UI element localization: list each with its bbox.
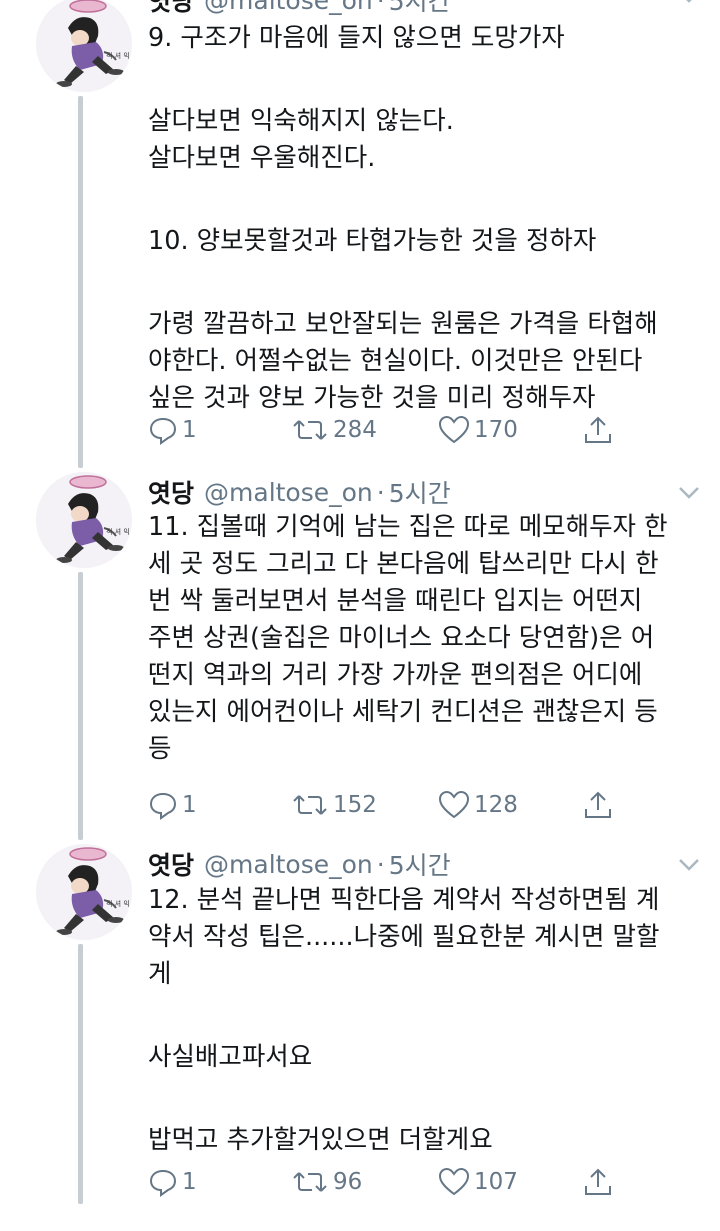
tweet-actions: 1 284 170 [148,410,648,450]
reply-button[interactable]: 1 [148,410,197,450]
reply-count: 1 [182,792,197,818]
tweet-2[interactable]: 엿당 @maltose_on · 5시간 11. 집볼때 기억에 남는 집은 따… [0,472,720,844]
author-handle[interactable]: @maltose_on [204,0,373,15]
tweet-line: 주변 상권(술집은 마이너스 요소다 당연함)은 어 [148,623,655,653]
share-icon [585,416,611,443]
author-name[interactable]: 엿당 [148,0,194,18]
tweet-line [148,57,708,94]
timestamp[interactable]: 5시간 [389,0,451,18]
tweet-3[interactable]: 엿당 @maltose_on · 5시간 12. 분석 끝나면 픽한다음 계약서… [0,844,720,1231]
separator: · [376,0,385,15]
tweet-line [148,1002,708,1039]
like-button[interactable]: 107 [438,1162,518,1202]
tweet-line [148,260,708,297]
tweet-line: 12. 분석 끝나면 픽한다음 계약서 작성하면됨 계 [148,885,660,915]
tweet-header: 엿당 @maltose_on · 5시간 [148,472,451,512]
tweet-line: 있는지 에어컨이나 세탁기 컨디션은 괜찮은지 등 [148,697,658,727]
reply-count: 1 [182,417,197,443]
author-name[interactable]: 엿당 [148,474,194,510]
timestamp[interactable]: 5시간 [389,474,451,510]
tweet-line: 10. 양보못할것과 타협가능한 것을 정하자 [148,226,597,256]
tweet-line: 밥먹고 추가할거있으면 더할게요 [148,1125,493,1155]
tweet-line: 사실배고파서요 [148,1042,313,1072]
tweet-header: 엿당 @maltose_on · 5시간 [148,844,451,884]
retweet-icon [293,420,327,440]
author-name[interactable]: 엿당 [148,846,194,882]
tweet-text: 9. 구조가 마음에 들지 않으면 도망가자 살다보면 익숙해지지 않는다. 살… [148,20,708,417]
share-button[interactable] [582,1162,614,1202]
retweet-icon [293,795,327,815]
tweet-line: 번 싹 둘러보면서 분석을 때린다 입지는 어떤지 [148,586,643,616]
tweet-text: 12. 분석 끝나면 픽한다음 계약서 작성하면됨 계 약서 작성 팁은....… [148,882,708,1159]
avatar[interactable] [36,472,132,568]
thread-line [78,944,83,1204]
tweet-line: 야한다. 어쩔수없는 현실이다. 이것만은 안된다 [148,346,643,376]
like-icon [438,1167,470,1196]
retweet-count: 96 [333,1169,363,1195]
tweet-line: 가령 깔끔하고 보안잘되는 원룸은 가격을 타협해 [148,309,658,339]
retweet-count: 284 [333,417,377,443]
tweet-actions: 1 152 128 [148,785,648,825]
chevron-down-icon[interactable] [672,0,706,14]
avatar[interactable] [36,0,132,92]
reply-button[interactable]: 1 [148,1162,197,1202]
retweet-button[interactable]: 284 [291,410,377,450]
author-handle[interactable]: @maltose_on [204,478,373,507]
share-icon [585,791,611,818]
like-count: 170 [474,417,518,443]
reply-count: 1 [182,1169,197,1195]
like-button[interactable]: 128 [438,785,518,825]
tweet-line: 살다보면 익숙해지지 않는다. [148,106,454,136]
chevron-down-icon[interactable] [672,848,706,882]
tweet-line: 약서 작성 팁은......나중에 필요한분 계시면 말할 [148,922,660,952]
like-button[interactable]: 170 [438,410,518,450]
retweet-button[interactable]: 96 [291,1162,362,1202]
reply-icon [149,1169,177,1197]
separator: · [376,849,385,879]
tweet-line: 9. 구조가 마음에 들지 않으면 도망가자 [148,23,565,53]
tweet-line: 11. 집볼때 기억에 남는 집은 따로 메모해두자 한 [148,512,668,542]
share-icon [585,1168,611,1195]
thread-line [78,96,83,468]
retweet-icon [293,1172,327,1192]
separator: · [376,477,385,507]
timestamp[interactable]: 5시간 [389,846,451,882]
tweet-line: 게 [148,959,172,989]
tweet-1[interactable]: 엿당 @maltose_on · 5시간 9. 구조가 마음에 들지 않으면 도… [0,0,720,472]
retweet-button[interactable]: 152 [291,785,377,825]
like-count: 107 [474,1169,518,1195]
reply-icon [149,792,177,820]
tweet-line [148,1085,708,1122]
share-button[interactable] [582,785,614,825]
like-count: 128 [474,792,518,818]
tweet-line: 살다보면 우울해진다. [148,143,376,173]
avatar[interactable] [36,844,132,940]
like-icon [438,790,470,819]
author-handle[interactable]: @maltose_on [204,850,373,879]
thread-line [78,572,83,840]
tweet-actions: 1 96 107 [148,1162,648,1202]
reply-icon [149,417,177,445]
tweet-line: 등 [148,734,172,764]
retweet-count: 152 [333,792,377,818]
chevron-down-icon[interactable] [672,476,706,510]
tweet-line: 세 곳 정도 그리고 다 본다음에 탑쓰리만 다시 한 [148,549,659,579]
tweet-line [148,177,708,214]
tweet-text: 11. 집볼때 기억에 남는 집은 따로 메모해두자 한 세 곳 정도 그리고 … [148,509,708,768]
tweet-line: 떤지 역과의 거리 가장 가까운 편의점은 어디에 [148,660,643,690]
like-icon [438,415,470,444]
share-button[interactable] [582,410,614,450]
tweet-header: 엿당 @maltose_on · 5시간 [148,0,451,20]
reply-button[interactable]: 1 [148,785,197,825]
